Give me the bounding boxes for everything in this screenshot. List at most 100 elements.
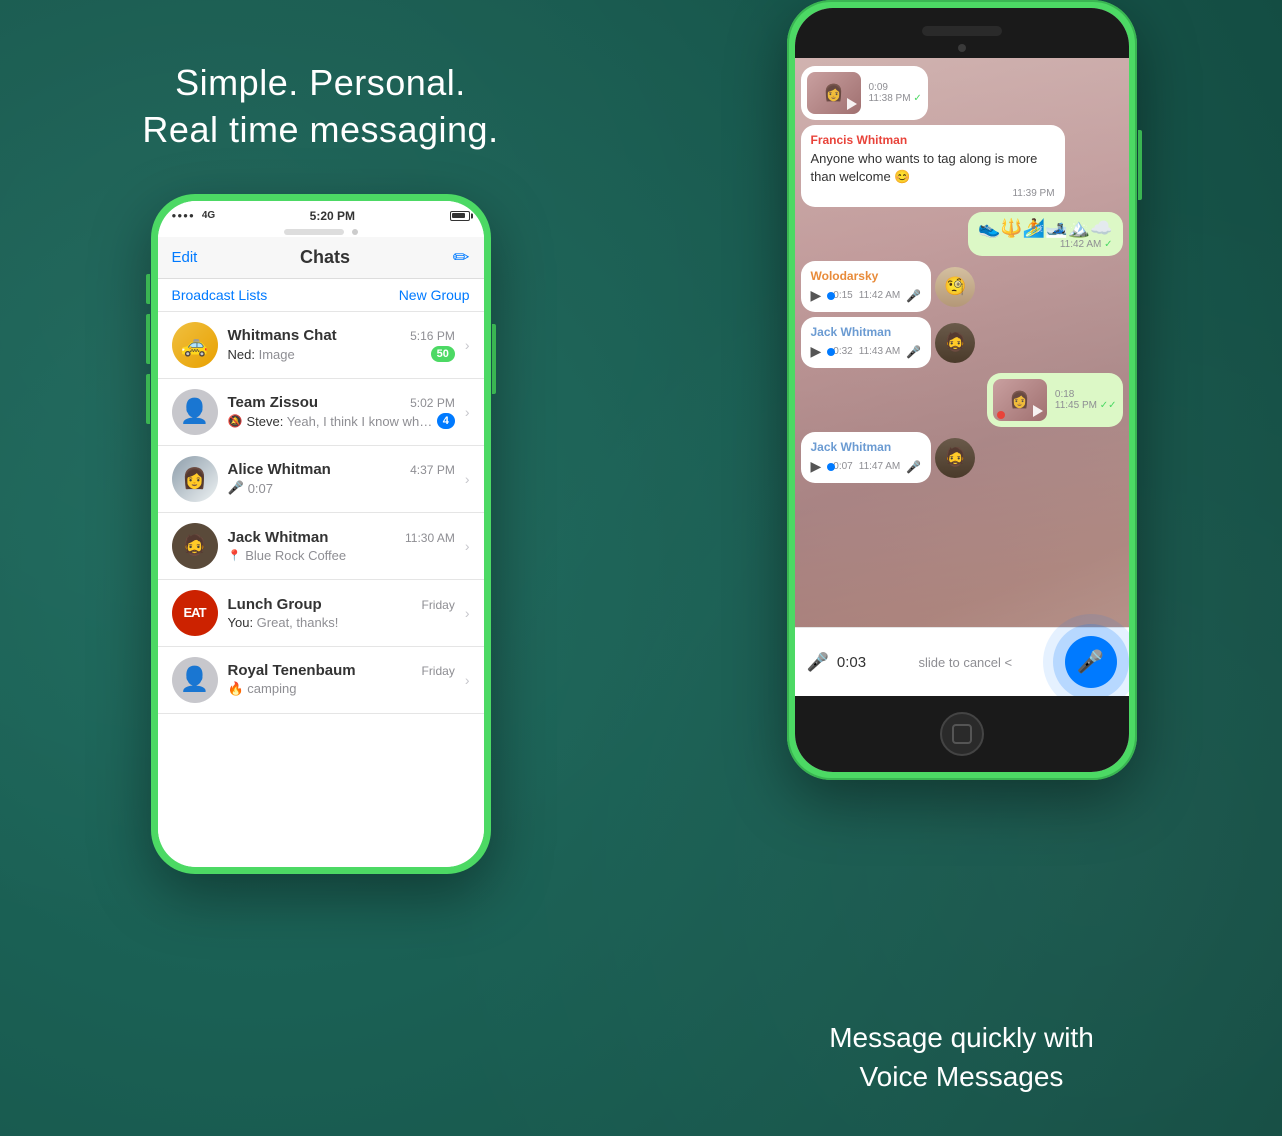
status-time: 5:20 PM <box>310 209 355 223</box>
chat-item-jack[interactable]: 🧔 Jack Whitman 11:30 AM 📍 Blue Rock Coff… <box>158 513 484 580</box>
chat-name-jack: Jack Whitman <box>228 529 329 546</box>
left-panel: Simple. Personal. Real time messaging. ●… <box>0 0 641 1136</box>
play-icon-jack2[interactable]: ▶ <box>811 458 822 475</box>
iphone-screen-left: ●●●● 4G 5:20 PM <box>158 201 484 867</box>
avatar-royal: 👤 <box>172 657 218 703</box>
chevron-lunch: › <box>465 605 470 621</box>
right-panel: 👩 0:09 11:38 PM ✓ <box>641 0 1282 1136</box>
recording-mic-icon: 🎤 <box>807 652 829 673</box>
msg-time-emoji: 11:42 AM ✓ <box>978 239 1112 250</box>
chat-time-whitmans: 5:16 PM <box>410 329 455 343</box>
chat-item-whitmans[interactable]: 🚕 Whitmans Chat 5:16 PM Ned: Image 50 <box>158 312 484 379</box>
chat-content-zissou: Team Zissou 5:02 PM 🔕 Steve: Yeah, I thi… <box>228 394 455 429</box>
msg-sender-jack1: Jack Whitman <box>811 325 922 339</box>
chat-preview-alice: 0:07 <box>248 481 455 496</box>
iphone-screen-right: 👩 0:09 11:38 PM ✓ <box>795 8 1129 772</box>
chat-content-royal: Royal Tenenbaum Friday 🔥 camping <box>228 662 455 697</box>
duration-jack1: 0:32 <box>833 346 852 357</box>
msg-text-francis: Anyone who wants to tag along is more th… <box>811 150 1055 186</box>
camera <box>958 44 966 52</box>
msg-emoji-content: 👟🔱🏄🎿🏔️☁️ <box>978 218 1112 239</box>
top-chrome <box>795 8 1129 58</box>
avatar-whitmans: 🚕 <box>172 322 218 368</box>
compose-button[interactable]: ✏ <box>453 245 470 270</box>
msg-sender-francis: Francis Whitman <box>811 133 1055 147</box>
recording-slide-text: slide to cancel < <box>874 655 1056 670</box>
chat-messages: 👩 0:09 11:38 PM ✓ <box>795 58 1129 627</box>
avatar-jack2: 🧔 <box>935 438 975 478</box>
avatar-wolodarsky: 🧐 <box>935 267 975 307</box>
msg-time-francis: 11:39 PM <box>811 188 1055 199</box>
home-button-inner <box>952 724 972 744</box>
chat-content-alice: Alice Whitman 4:37 PM 🎤 0:07 <box>228 461 455 496</box>
duration-jack2: 0:07 <box>833 461 852 472</box>
iphone-right: 👩 0:09 11:38 PM ✓ <box>787 0 1137 780</box>
msg-francis: Francis Whitman Anyone who wants to tag … <box>801 125 1065 207</box>
chat-area: 👩 0:09 11:38 PM ✓ <box>795 58 1129 696</box>
home-button[interactable] <box>940 712 984 756</box>
record-button[interactable]: 🎤 <box>1065 636 1117 688</box>
mic-jack2: 🎤 <box>906 460 921 474</box>
mic-jack1: 🎤 <box>906 345 921 359</box>
location-icon-jack: 📍 <box>228 549 242 562</box>
badge-zissou: 4 <box>437 413 455 429</box>
home-button-area <box>795 696 1129 772</box>
chevron-jack: › <box>465 538 470 554</box>
chat-name-zissou: Team Zissou <box>228 394 319 411</box>
chevron-alice: › <box>465 471 470 487</box>
avatar-zissou: 👤 <box>172 389 218 435</box>
chat-time-jack: 11:30 AM <box>405 531 455 545</box>
iphone-left: ●●●● 4G 5:20 PM <box>151 194 491 874</box>
record-button-icon: 🎤 <box>1077 649 1104 675</box>
chat-preview-royal: 🔥 camping <box>228 681 455 697</box>
chat-item-lunch[interactable]: EAT Lunch Group Friday You: Great, thank… <box>158 580 484 647</box>
nav-bar: Edit Chats ✏ <box>158 237 484 279</box>
chat-preview-jack: Blue Rock Coffee <box>245 548 455 563</box>
msg-video-outgoing: 👩 0:18 11:45 PM ✓✓ <box>987 373 1123 427</box>
recording-timer: 0:03 <box>837 654 866 671</box>
signal-dots: ●●●● <box>172 211 195 220</box>
msg-sender-jack2: Jack Whitman <box>811 440 922 454</box>
chat-content-lunch: Lunch Group Friday You: Great, thanks! <box>228 596 455 630</box>
broadcast-lists-button[interactable]: Broadcast Lists <box>172 287 268 303</box>
tagline: Simple. Personal. Real time messaging. <box>142 60 498 154</box>
chat-content-whitmans: Whitmans Chat 5:16 PM Ned: Image 50 <box>228 327 455 362</box>
edit-button[interactable]: Edit <box>172 249 198 266</box>
msg-wolodarsky-voice: Wolodarsky ▶ 0:15 11:42 AM 🎤 <box>801 261 976 312</box>
bottom-tagline: Message quickly with Voice Messages <box>641 1018 1282 1096</box>
network-type: 4G <box>202 210 215 221</box>
broadcast-bar: Broadcast Lists New Group <box>158 279 484 312</box>
chevron-whitmans: › <box>465 337 470 353</box>
chat-item-royal[interactable]: 👤 Royal Tenenbaum Friday 🔥 camping › <box>158 647 484 714</box>
chat-item-zissou[interactable]: 👤 Team Zissou 5:02 PM 🔕 Steve: Yeah, I t… <box>158 379 484 446</box>
chat-name-alice: Alice Whitman <box>228 461 331 478</box>
play-icon-jack1[interactable]: ▶ <box>811 343 822 360</box>
msg-sender-wolodarsky: Wolodarsky <box>811 269 922 283</box>
speaker-ear <box>922 26 1002 36</box>
play-icon-wolodarsky[interactable]: ▶ <box>811 287 822 304</box>
badge-whitmans: 50 <box>431 346 455 362</box>
chat-name-lunch: Lunch Group <box>228 596 322 613</box>
mic-wolodarsky: 🎤 <box>906 289 921 303</box>
chat-preview-lunch: You: Great, thanks! <box>228 615 455 630</box>
app-layout: Simple. Personal. Real time messaging. ●… <box>0 0 1282 1136</box>
chat-time-lunch: Friday <box>421 598 454 612</box>
chat-preview-zissou: Steve: Yeah, I think I know wha... <box>246 414 432 429</box>
chat-time-royal: Friday <box>421 664 454 678</box>
chat-preview-whitmans: Ned: Image <box>228 347 427 362</box>
chats-title: Chats <box>300 247 350 268</box>
chevron-zissou: › <box>465 404 470 420</box>
time-wolodarsky: 11:42 AM <box>859 290 901 301</box>
time-jack1: 11:43 AM <box>859 346 901 357</box>
new-group-button[interactable]: New Group <box>399 287 470 303</box>
avatar-jack1: 🧔 <box>935 323 975 363</box>
avatar-jack: 🧔 <box>172 523 218 569</box>
msg-video-top: 👩 0:09 11:38 PM ✓ <box>801 66 928 120</box>
chevron-royal: › <box>465 672 470 688</box>
msg-emoji: 👟🔱🏄🎿🏔️☁️ 11:42 AM ✓ <box>968 212 1122 256</box>
chat-item-alice[interactable]: 👩 Alice Whitman 4:37 PM 🎤 0:07 <box>158 446 484 513</box>
time-jack2: 11:47 AM <box>859 461 901 472</box>
avatar-alice: 👩 <box>172 456 218 502</box>
chat-name-royal: Royal Tenenbaum <box>228 662 356 679</box>
avatar-lunch: EAT <box>172 590 218 636</box>
